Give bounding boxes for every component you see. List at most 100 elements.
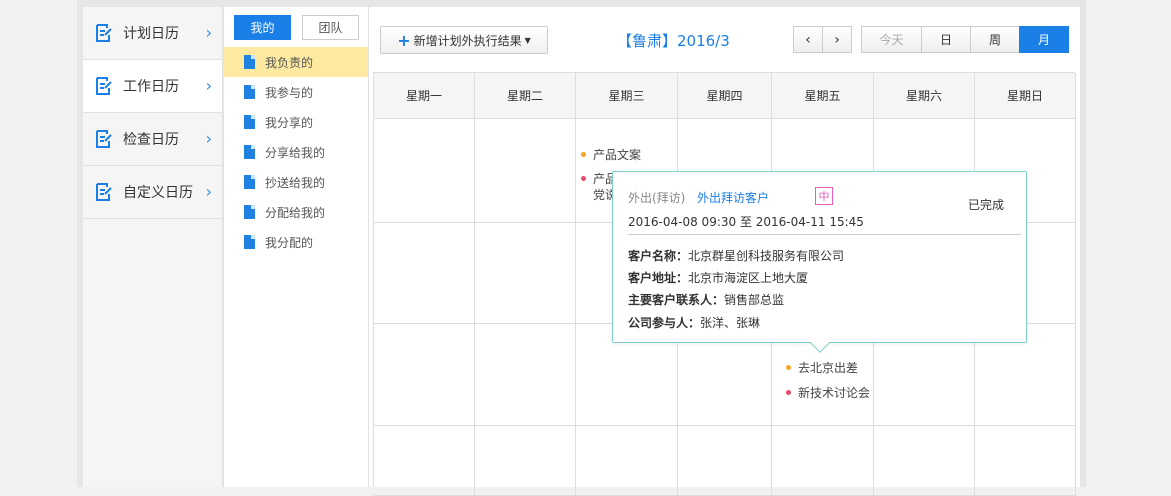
today-button[interactable]: 今天 <box>861 26 922 53</box>
weekday-label: 星期二 <box>475 73 576 119</box>
sub-item-label: 我分享的 <box>265 115 314 130</box>
calendar-edit-icon <box>95 76 113 96</box>
caret-down-icon: ▼ <box>524 35 531 45</box>
weekday-label: 星期六 <box>874 73 975 119</box>
day-view-button[interactable]: 日 <box>921 26 971 53</box>
day-cell[interactable] <box>678 426 772 496</box>
field-value: 销售部总监 <box>724 293 785 307</box>
weekday-label: 星期日 <box>975 73 1076 119</box>
day-cell[interactable] <box>576 426 678 496</box>
event-dot <box>786 390 791 395</box>
calendar-edit-icon <box>95 182 113 202</box>
day-cell[interactable] <box>374 324 475 426</box>
customer-address-row: 客户地址：北京市海淀区上地大厦 <box>628 269 808 286</box>
sub-item-label: 抄送给我的 <box>265 175 326 190</box>
field-value: 北京群星创科技服务有限公司 <box>688 249 845 263</box>
day-cell[interactable] <box>475 426 576 496</box>
nav-item-check-calendar[interactable]: 检查日历 › <box>83 113 222 166</box>
day-cell[interactable] <box>772 426 874 496</box>
customer-name-row: 客户名称：北京群星创科技服务有限公司 <box>628 247 844 264</box>
sub-item-label: 分享给我的 <box>265 145 326 160</box>
day-cell[interactable] <box>975 426 1076 496</box>
day-cell[interactable] <box>374 119 475 223</box>
weekday-label: 星期一 <box>374 73 475 119</box>
day-cell[interactable] <box>374 426 475 496</box>
add-unplanned-result-button[interactable]: + 新增计划外执行结果 ▼ <box>380 26 548 54</box>
calendar-toolbar: + 新增计划外执行结果 ▼ 【鲁肃】2016/3 ‹ › 今天 日 周 月 <box>369 7 1080 71</box>
day-cell[interactable] <box>475 324 576 426</box>
event-label: 去北京出差 <box>798 361 859 375</box>
day-cell[interactable] <box>374 223 475 324</box>
tab-team[interactable]: 团队 <box>302 14 359 40</box>
sub-item-label: 我参与的 <box>265 85 314 100</box>
weekday-label: 星期三 <box>576 73 678 119</box>
divider <box>628 234 1021 235</box>
prev-period-button[interactable]: ‹ <box>793 26 823 53</box>
field-value: 北京市海淀区上地大厦 <box>688 271 809 285</box>
weekday-label: 星期四 <box>678 73 772 119</box>
event-dot <box>786 365 791 370</box>
document-icon <box>244 55 255 69</box>
sub-item-assigned-by-me[interactable]: 我分配的 <box>224 227 368 257</box>
field-label: 公司参与人： <box>628 316 701 330</box>
document-icon <box>244 235 255 249</box>
left-nav: 计划日历 › 工作日历 › 检查日历 › 自定义日历 › <box>83 7 223 487</box>
chevron-right-icon: › <box>205 76 212 95</box>
weekday-label: 星期五 <box>772 73 874 119</box>
document-icon <box>244 115 255 129</box>
day-cell[interactable] <box>475 223 576 324</box>
event-dot <box>581 152 586 157</box>
chevron-right-icon: › <box>205 182 212 201</box>
calendar-event[interactable]: 产品文案 <box>581 146 641 163</box>
view-switcher: 今天 日 周 月 <box>861 26 1069 53</box>
nav-item-plan-calendar[interactable]: 计划日历 › <box>83 7 222 60</box>
sub-item-cc-to-me[interactable]: 抄送给我的 <box>224 167 368 197</box>
sub-item-shared-to-me[interactable]: 分享给我的 <box>224 137 368 167</box>
event-label: 产品文案 <box>593 148 642 162</box>
month-view-button[interactable]: 月 <box>1019 26 1069 53</box>
calendar-event[interactable]: 去北京出差 <box>786 359 858 376</box>
document-icon <box>244 145 255 159</box>
status-text: 已完成 <box>967 198 1004 212</box>
event-detail-popup: 外出(拜访) 外出拜访客户 中 已完成 2016-04-08 09:30 至 2… <box>612 171 1027 353</box>
scope-tabs: 我的 团队 <box>224 7 368 47</box>
event-label: 新技术讨论会 <box>798 386 871 400</box>
add-button-label: 新增计划外执行结果 <box>413 33 522 48</box>
field-label: 客户地址： <box>628 271 689 285</box>
document-icon <box>244 85 255 99</box>
day-cell[interactable] <box>475 119 576 223</box>
event-type: 外出(拜访) <box>628 191 686 205</box>
field-label: 主要客户联系人： <box>628 293 725 307</box>
event-dot <box>581 176 586 181</box>
event-time-range: 2016-04-08 09:30 至 2016-04-11 15:45 <box>628 215 864 229</box>
next-period-button[interactable]: › <box>822 26 852 53</box>
field-value: 张洋、张琳 <box>700 316 761 330</box>
priority-badge: 中 <box>815 187 833 205</box>
week-view-button[interactable]: 周 <box>970 26 1020 53</box>
calendar-edit-icon <box>95 23 113 43</box>
calendar-title: 【鲁肃】2016/3 <box>617 32 730 50</box>
document-icon <box>244 175 255 189</box>
sub-item-responsible[interactable]: 我负责的 <box>224 47 368 77</box>
event-title-link[interactable]: 外出拜访客户 <box>697 189 769 206</box>
period-nav: ‹ › <box>793 26 852 53</box>
sub-item-shared-by-me[interactable]: 我分享的 <box>224 107 368 137</box>
document-icon <box>244 205 255 219</box>
sub-item-label: 分配给我的 <box>265 205 326 220</box>
tab-mine[interactable]: 我的 <box>234 14 291 40</box>
field-label: 客户名称： <box>628 249 689 263</box>
sub-item-label: 我分配的 <box>265 235 314 250</box>
day-cell[interactable] <box>874 426 975 496</box>
chevron-right-icon: › <box>205 23 212 42</box>
sub-item-assigned-to-me[interactable]: 分配给我的 <box>224 197 368 227</box>
nav-item-work-calendar[interactable]: 工作日历 › <box>83 60 222 113</box>
week-row <box>374 426 1076 496</box>
company-participants-row: 公司参与人：张洋、张琳 <box>628 314 760 331</box>
plus-icon: + <box>397 30 411 50</box>
sub-nav: 我的 团队 我负责的 我参与的 我分享的 分享给我的 抄送给我的 分配给我的 我… <box>224 7 369 487</box>
sub-item-participating[interactable]: 我参与的 <box>224 77 368 107</box>
calendar-event[interactable]: 新技术讨论会 <box>786 384 870 401</box>
chevron-right-icon: › <box>205 129 212 148</box>
nav-item-custom-calendar[interactable]: 自定义日历 › <box>83 166 222 219</box>
main-contact-row: 主要客户联系人：销售部总监 <box>628 291 784 308</box>
